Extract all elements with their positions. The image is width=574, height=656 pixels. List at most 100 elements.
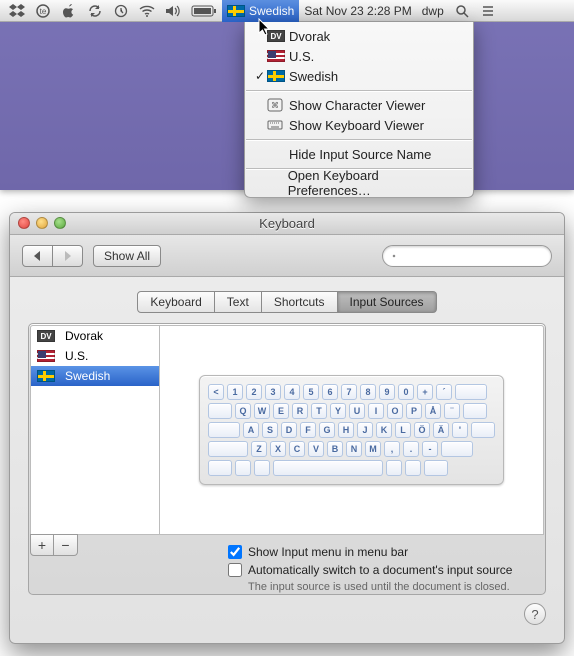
menubar-datetime[interactable]: Sat Nov 23 2:28 PM [299,0,416,22]
list-item[interactable]: Swedish [31,366,159,386]
key: 0 [398,384,414,400]
dropdown-hide-input-name[interactable]: Hide Input Source Name [245,144,473,164]
separator [246,139,472,140]
key: , [384,441,400,457]
key: B [327,441,343,457]
menu-bar: te Swedish Sat Nov 23 2:28 PM dwp [0,0,574,22]
key: R [292,403,308,419]
dropdown-label: Open Keyboard Preferences… [288,168,459,198]
key: J [357,422,373,438]
hint-text: The input source is used until the docum… [248,581,512,593]
svg-text:⌘: ⌘ [271,101,279,110]
back-button[interactable] [22,245,53,267]
minimize-button[interactable] [36,217,48,229]
us-flag-icon [37,350,55,362]
key: F [300,422,316,438]
dropdown-show-keyboard-viewer[interactable]: Show Keyboard Viewer [245,115,473,135]
key: 8 [360,384,376,400]
keyboard-preview: <1234567890+´QWERTYUIOPÅ¨ASDFGHJKLÖÄ'ZXC… [160,325,544,535]
key: D [281,422,297,438]
tab-shortcuts[interactable]: Shortcuts [262,291,338,313]
tab-text[interactable]: Text [215,291,262,313]
dropdown-item-swedish[interactable]: ✓ Swedish [245,66,473,86]
menubar-user[interactable]: dwp [417,0,449,22]
show-all-button[interactable]: Show All [93,245,161,267]
checkbox[interactable] [228,545,242,559]
sweden-flag-icon [37,370,55,382]
remove-button[interactable]: − [54,534,78,556]
dropdown-label: Show Keyboard Viewer [289,118,424,133]
search-field-wrap [382,245,552,267]
key: 2 [246,384,262,400]
forward-button[interactable] [53,245,83,267]
key: + [417,384,433,400]
checkbox-label: Show Input menu in menu bar [248,545,408,559]
key: Q [235,403,251,419]
key: O [387,403,403,419]
input-source-list[interactable]: DV Dvorak U.S. Swedish [30,325,160,535]
dropdown-label: Swedish [289,69,338,84]
add-button[interactable]: + [30,534,54,556]
dropdown-label: Hide Input Source Name [289,147,431,162]
key: 5 [303,384,319,400]
key: I [368,403,384,419]
key: N [346,441,362,457]
sweden-flag-icon [227,5,245,17]
key: Z [251,441,267,457]
key: Y [330,403,346,419]
list-item-label: Dvorak [65,329,103,343]
show-input-menu-checkbox[interactable]: Show Input menu in menu bar [228,545,512,559]
spotlight-icon[interactable] [449,0,475,22]
key: S [262,422,278,438]
key: 1 [227,384,243,400]
key: A [243,422,259,438]
key: L [395,422,411,438]
sync-icon[interactable] [82,0,108,22]
battery-icon[interactable] [186,0,222,22]
notification-center-icon[interactable] [475,0,501,22]
timemachine-icon[interactable] [108,0,134,22]
dropdown-item-dvorak[interactable]: DV Dvorak [245,26,473,46]
list-item[interactable]: U.S. [31,346,159,366]
sweden-flag-icon [267,70,285,82]
wifi-icon[interactable] [134,0,160,22]
key: 7 [341,384,357,400]
key: E [273,403,289,419]
tab-keyboard[interactable]: Keyboard [137,291,214,313]
key: . [403,441,419,457]
apple-menu-icon[interactable] [56,0,82,22]
zoom-button[interactable] [54,217,66,229]
textexpander-icon[interactable]: te [30,0,56,22]
menubar-screenshot: te Swedish Sat Nov 23 2:28 PM dwp DV Dvo… [0,0,574,190]
input-source-dropdown: DV Dvorak U.S. ✓ Swedish ⌘ Show Characte… [244,22,474,198]
help-button[interactable]: ? [524,603,546,625]
key: - [422,441,438,457]
checkbox[interactable] [228,563,242,577]
list-item[interactable]: DV Dvorak [31,326,159,346]
dropdown-label: U.S. [289,49,314,64]
svg-text:te: te [40,7,47,16]
search-input[interactable] [382,245,552,267]
dropbox-icon[interactable] [4,0,30,22]
close-button[interactable] [18,217,30,229]
checkbox-label: Automatically switch to a document's inp… [248,563,512,577]
window-toolbar: Show All [10,235,564,277]
dropdown-label: Show Character Viewer [289,98,425,113]
key: C [289,441,305,457]
dropdown-item-us[interactable]: U.S. [245,46,473,66]
keyboard-prefs-window: Keyboard Show All Keyboard Text Shortcut… [9,212,565,644]
dropdown-show-character-viewer[interactable]: ⌘ Show Character Viewer [245,95,473,115]
auto-switch-checkbox[interactable]: Automatically switch to a document's inp… [228,563,512,577]
key: Ä [433,422,449,438]
volume-icon[interactable] [160,0,186,22]
list-item-label: Swedish [65,369,110,383]
key: P [406,403,422,419]
key: K [376,422,392,438]
us-flag-icon [267,50,285,62]
key: 3 [265,384,281,400]
tab-input-sources[interactable]: Input Sources [338,291,437,313]
key: ' [452,422,468,438]
separator [246,90,472,91]
dropdown-open-keyboard-prefs[interactable]: Open Keyboard Preferences… [245,173,473,193]
key: 9 [379,384,395,400]
